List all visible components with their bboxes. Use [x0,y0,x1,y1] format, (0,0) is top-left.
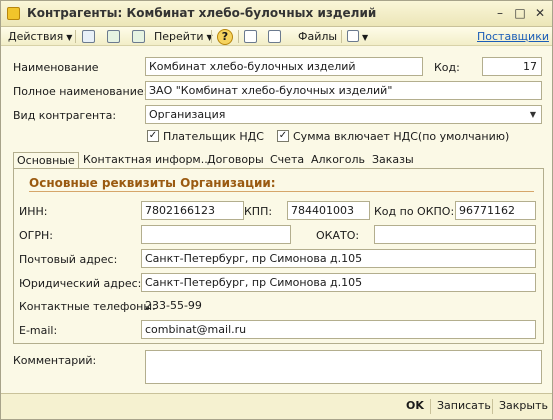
email-label: E-mail: [19,324,58,337]
toolbar-separator [238,30,239,43]
chevron-down-icon: ▼ [66,33,73,42]
list-icon[interactable] [244,30,257,43]
maximize-button[interactable]: □ [513,6,527,20]
actions-label: Действия [8,30,64,43]
vat-included-checkbox[interactable]: ✓ [277,130,289,142]
tab-alcohol[interactable]: Алкоголь [308,152,368,169]
fullname-label: Полное наименование: [13,85,148,98]
button-separator [492,399,493,414]
kpp-field[interactable]: 784401003 [287,201,370,220]
toolbar-separator [75,30,76,43]
close-window-button[interactable]: ✕ [533,6,547,20]
comment-label: Комментарий: [13,354,97,367]
okato-field[interactable] [374,225,536,244]
legal-address-label: Юридический адрес: [19,277,142,290]
help-icon[interactable]: ? [217,29,233,45]
tab-orders[interactable]: Заказы [369,152,417,169]
save-and-close-icon[interactable] [82,30,95,43]
kind-label: Вид контрагента: [13,109,117,122]
code-field[interactable]: 17 [482,57,542,76]
vat-payer-checkbox[interactable]: ✓ [147,130,159,142]
toolbar-separator [211,30,212,43]
goto-label: Перейти [154,30,204,43]
ogrn-field[interactable] [141,225,291,244]
files-button[interactable]: Файлы [298,28,337,45]
refresh-icon[interactable] [107,30,120,43]
okpo-label: Код по ОКПО: [374,205,455,218]
button-separator [430,399,431,414]
okato-label: ОКАТО: [316,229,360,242]
counterparty-window: Контрагенты: Комбинат хлебо-булочных изд… [0,0,553,420]
phones-field[interactable]: 233-55-99 [141,296,536,315]
tab-accounts[interactable]: Счета [267,152,307,169]
toolbar-separator [341,30,342,43]
toolbar: Действия ▼ Перейти ▼ ? Файлы ▼ Поставщики [1,27,552,46]
actions-menu[interactable]: Действия ▼ [8,28,72,45]
vat-payer-label: Плательщик НДС [163,130,264,143]
inn-label: ИНН: [19,205,48,218]
tab-contracts[interactable]: Договоры [204,152,267,169]
suppliers-link[interactable]: Поставщики [477,28,549,45]
save-button[interactable]: Записать [437,399,491,412]
chevron-down-icon: ▼ [362,33,369,42]
dropdown-arrow-icon[interactable]: ▼ [527,108,539,121]
name-field[interactable]: Комбинат хлебо-булочных изделий [145,57,423,76]
fullname-field[interactable]: ЗАО "Комбинат хлебо-булочных изделий" [145,81,542,100]
okpo-field[interactable]: 96771162 [455,201,536,220]
section-title: Основные реквизиты Организации: [29,176,276,190]
close-button[interactable]: Закрыть [499,399,548,412]
legal-address-field[interactable]: Санкт-Петербург, пр Симонова д.105 [141,273,536,292]
structure-icon[interactable] [268,30,281,43]
minimize-button[interactable]: – [493,6,507,20]
goto-menu[interactable]: Перейти ▼ [154,28,213,45]
vat-included-label: Сумма включает НДС(по умолчанию) [293,130,510,143]
postal-address-field[interactable]: Санкт-Петербург, пр Симонова д.105 [141,249,536,268]
main-tab-panel: Основные реквизиты Организации: ИНН: 780… [13,168,544,344]
name-label: Наименование [13,61,99,74]
tab-contacts[interactable]: Контактная информ... [80,152,214,169]
button-bar: OK Записать Закрыть [1,393,552,419]
postal-address-label: Почтовый адрес: [19,253,118,266]
kpp-label: КПП: [244,205,273,218]
window-title: Контрагенты: Комбинат хлебо-булочных изд… [27,6,377,20]
copy-icon[interactable] [132,30,145,43]
email-field[interactable]: combinat@mail.ru [141,320,536,339]
ok-button[interactable]: OK [406,399,424,412]
kind-select[interactable]: Организация ▼ [145,105,542,124]
inn-field[interactable]: 7802166123 [141,201,244,220]
section-divider [29,191,534,192]
ogrn-label: ОГРН: [19,229,53,242]
kind-value: Организация [149,108,226,121]
reports-menu[interactable]: ▼ [347,28,368,45]
comment-field[interactable] [145,350,542,384]
title-bar: Контрагенты: Комбинат хлебо-булочных изд… [1,1,552,27]
app-icon [7,7,20,20]
code-label: Код: [434,61,460,74]
phones-label: Контактные телефоны: [19,300,156,313]
report-icon [347,30,359,42]
